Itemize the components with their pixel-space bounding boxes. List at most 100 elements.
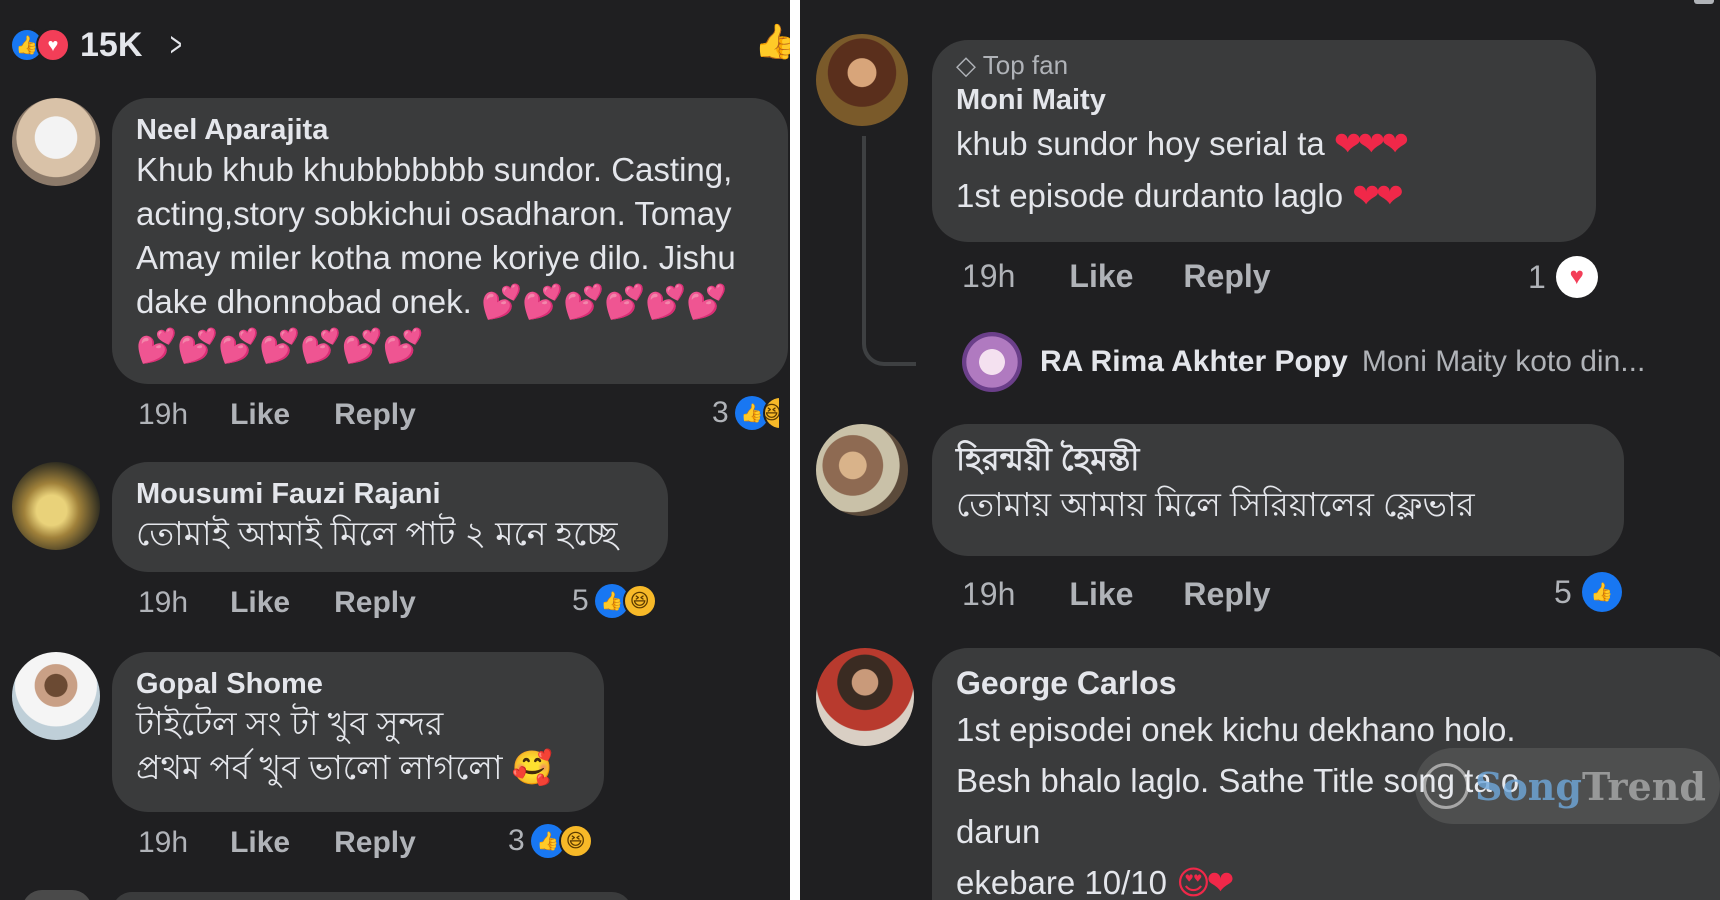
like-button[interactable]: Like	[1069, 258, 1133, 295]
comment-time[interactable]: 19h	[962, 576, 1015, 613]
comment-bubble: Mousumi Fauzi Rajani তোমাই আমাই মিলে পাট…	[112, 462, 668, 572]
songtrend-watermark: Song Trend	[1415, 748, 1720, 824]
comment-line: khub sundor hoy serial ta ❤❤❤	[956, 118, 1572, 170]
reaction-total: 3	[712, 396, 729, 429]
comment-actions: 19h Like Reply	[962, 258, 1271, 295]
reply-preview[interactable]: RA Rima Akhter Popy Moni Maity koto din.…	[962, 332, 1645, 392]
reaction-summary[interactable]: 👍 ♥ 15K >	[10, 22, 186, 68]
like-button[interactable]: Like	[230, 586, 290, 620]
comment-time[interactable]: 19h	[138, 826, 188, 860]
comment-author[interactable]: Neel Aparajita	[136, 112, 764, 148]
like-reaction-icon: 👍	[1581, 572, 1622, 612]
reaction-count: 15K	[80, 25, 143, 64]
avatar[interactable]	[12, 652, 100, 740]
comment-reactions[interactable]: 1 ♥	[1528, 256, 1598, 298]
comment-author[interactable]: হিরন্ময়ী হৈমন্তী	[956, 438, 1600, 480]
reply-button[interactable]: Reply	[1183, 258, 1270, 295]
avatar[interactable]	[816, 424, 908, 516]
comment-text: তোমায় আমায় মিলে সিরিয়ালের ফ্লেভার	[956, 486, 1475, 523]
comment-author[interactable]: Mousumi Fauzi Rajani	[136, 476, 644, 512]
comment-line: dake dhonnobad onek. 💕💕💕💕💕💕	[136, 280, 764, 324]
love-reaction-icon: ♥	[36, 28, 70, 62]
avatar[interactable]	[816, 648, 914, 746]
comment-text: Khub khub khubbbbbbb sundor. Casting, ac…	[136, 148, 764, 368]
comment-line: ekebare 10/10 😍❤	[956, 857, 1708, 900]
comment-reactions[interactable]: 5 👍 😆	[572, 584, 657, 618]
reaction-total: 3	[508, 824, 525, 857]
watermark-part-1: Song	[1475, 763, 1582, 809]
haha-reaction-icon: 😆	[622, 584, 657, 618]
reply-button[interactable]: Reply	[334, 586, 416, 620]
avatar[interactable]	[816, 34, 908, 126]
reply-button[interactable]: Reply	[1183, 576, 1270, 613]
haha-reaction-icon: 😆	[762, 396, 781, 430]
like-button[interactable]: Like	[230, 826, 290, 860]
badge-label: Top fan	[982, 50, 1069, 80]
chevron-right-icon[interactable]: >	[170, 26, 182, 65]
comment-reactions[interactable]: 3 👍 😆	[508, 824, 593, 858]
heart-eyes-emoji: 😍❤	[1176, 864, 1234, 900]
smile-hearts-emoji: 🥰	[511, 749, 553, 786]
love-reaction-icon: ♥	[1555, 256, 1598, 298]
comment-line: Amay miler kotha mone koriye dilo. Jishu	[136, 239, 736, 276]
comment-reactions[interactable]: 5 👍	[1554, 572, 1622, 612]
image-divider	[790, 0, 800, 900]
comment-time[interactable]: 19h	[962, 258, 1015, 295]
corner-mark	[1694, 0, 1714, 4]
reply-button[interactable]: Reply	[334, 398, 416, 432]
comment-line-text: khub sundor hoy serial ta	[956, 125, 1325, 162]
heart-emoji-line: 💕💕💕💕💕💕💕	[136, 327, 424, 364]
next-comment-bubble-partial	[112, 892, 632, 900]
next-comment-avatar-partial	[22, 890, 92, 900]
comment-line: Khub khub khubbbbbbb sundor. Casting,	[136, 151, 733, 188]
comment-actions: 19h Like Reply	[138, 586, 416, 620]
top-fan-badge: ◇ Top fan	[956, 48, 1572, 82]
reaction-total: 5	[1554, 573, 1572, 610]
watermark-part-2: Trend	[1582, 763, 1706, 809]
comment-line-text: ekebare 10/10	[956, 864, 1168, 900]
comment-line: প্রথম পর্ব খুব ভালো লাগলো 🥰	[136, 746, 580, 790]
comment-line: টাইটেল সং টা খুব সুন্দর	[136, 705, 444, 742]
hearts-emoji: ❤❤❤	[1333, 125, 1409, 162]
left-comments-panel: 👍 ♥ 15K > 👍 Neel Aparajita Khub khub khu…	[0, 0, 790, 900]
comment-line: 1st episode durdanto laglo ❤❤	[956, 170, 1572, 222]
comment-text: khub sundor hoy serial ta ❤❤❤ 1st episod…	[956, 118, 1572, 222]
reaction-icons: 👍 ♥	[10, 28, 70, 62]
comment-bubble: Gopal Shome টাইটেল সং টা খুব সুন্দর প্রথ…	[112, 652, 604, 812]
comment-text: টাইটেল সং টা খুব সুন্দর প্রথম পর্ব খুব ভ…	[136, 702, 580, 790]
haha-reaction-icon: 😆	[558, 824, 593, 858]
reaction-total: 1	[1528, 258, 1546, 295]
comment-bubble: হিরন্ময়ী হৈমন্তী তোমায় আমায় মিলে সিরি…	[932, 424, 1624, 556]
like-outline-icon[interactable]: 👍	[754, 22, 790, 62]
comment-line: acting,story sobkichui osadharon. Tomay	[136, 195, 732, 232]
comment-reactions[interactable]: 3 👍 😆	[712, 396, 781, 430]
hearts-emoji: ❤❤	[1352, 177, 1403, 214]
avatar[interactable]	[12, 98, 100, 186]
like-button[interactable]: Like	[1069, 576, 1133, 613]
reply-button[interactable]: Reply	[334, 826, 416, 860]
comment-line-text: 1st episode durdanto laglo	[956, 177, 1344, 214]
comment-author[interactable]: Gopal Shome	[136, 666, 580, 702]
comment-line-text: প্রথম পর্ব খুব ভালো লাগলো	[136, 749, 503, 786]
comment-author[interactable]: Moni Maity	[956, 82, 1572, 118]
diamond-icon: ◇	[956, 50, 976, 80]
comment-author[interactable]: George Carlos	[956, 662, 1708, 704]
avatar[interactable]	[12, 462, 100, 550]
flame-logo-icon	[1423, 763, 1469, 809]
comment-text: তোমাই আমাই মিলে পাট ২ মনে হচ্ছে	[136, 515, 618, 552]
comment-actions: 19h Like Reply	[138, 398, 416, 432]
comment-time[interactable]: 19h	[138, 586, 188, 620]
heart-emoji-line: 💕💕💕💕💕💕	[480, 283, 728, 320]
reply-thread-line	[862, 136, 916, 366]
like-button[interactable]: Like	[230, 398, 290, 432]
comment-bubble: Neel Aparajita Khub khub khubbbbbbb sund…	[112, 98, 788, 384]
reaction-total: 5	[572, 584, 589, 617]
comment-actions: 19h Like Reply	[138, 826, 416, 860]
avatar	[962, 332, 1022, 392]
reply-author: RA Rima Akhter Popy	[1040, 345, 1348, 378]
comment-time[interactable]: 19h	[138, 398, 188, 432]
comment-line-text: dake dhonnobad onek.	[136, 283, 472, 320]
reply-text: Moni Maity koto din...	[1361, 345, 1646, 378]
comment-bubble: ◇ Top fan Moni Maity khub sundor hoy ser…	[932, 40, 1596, 242]
comment-actions: 19h Like Reply	[962, 576, 1271, 613]
